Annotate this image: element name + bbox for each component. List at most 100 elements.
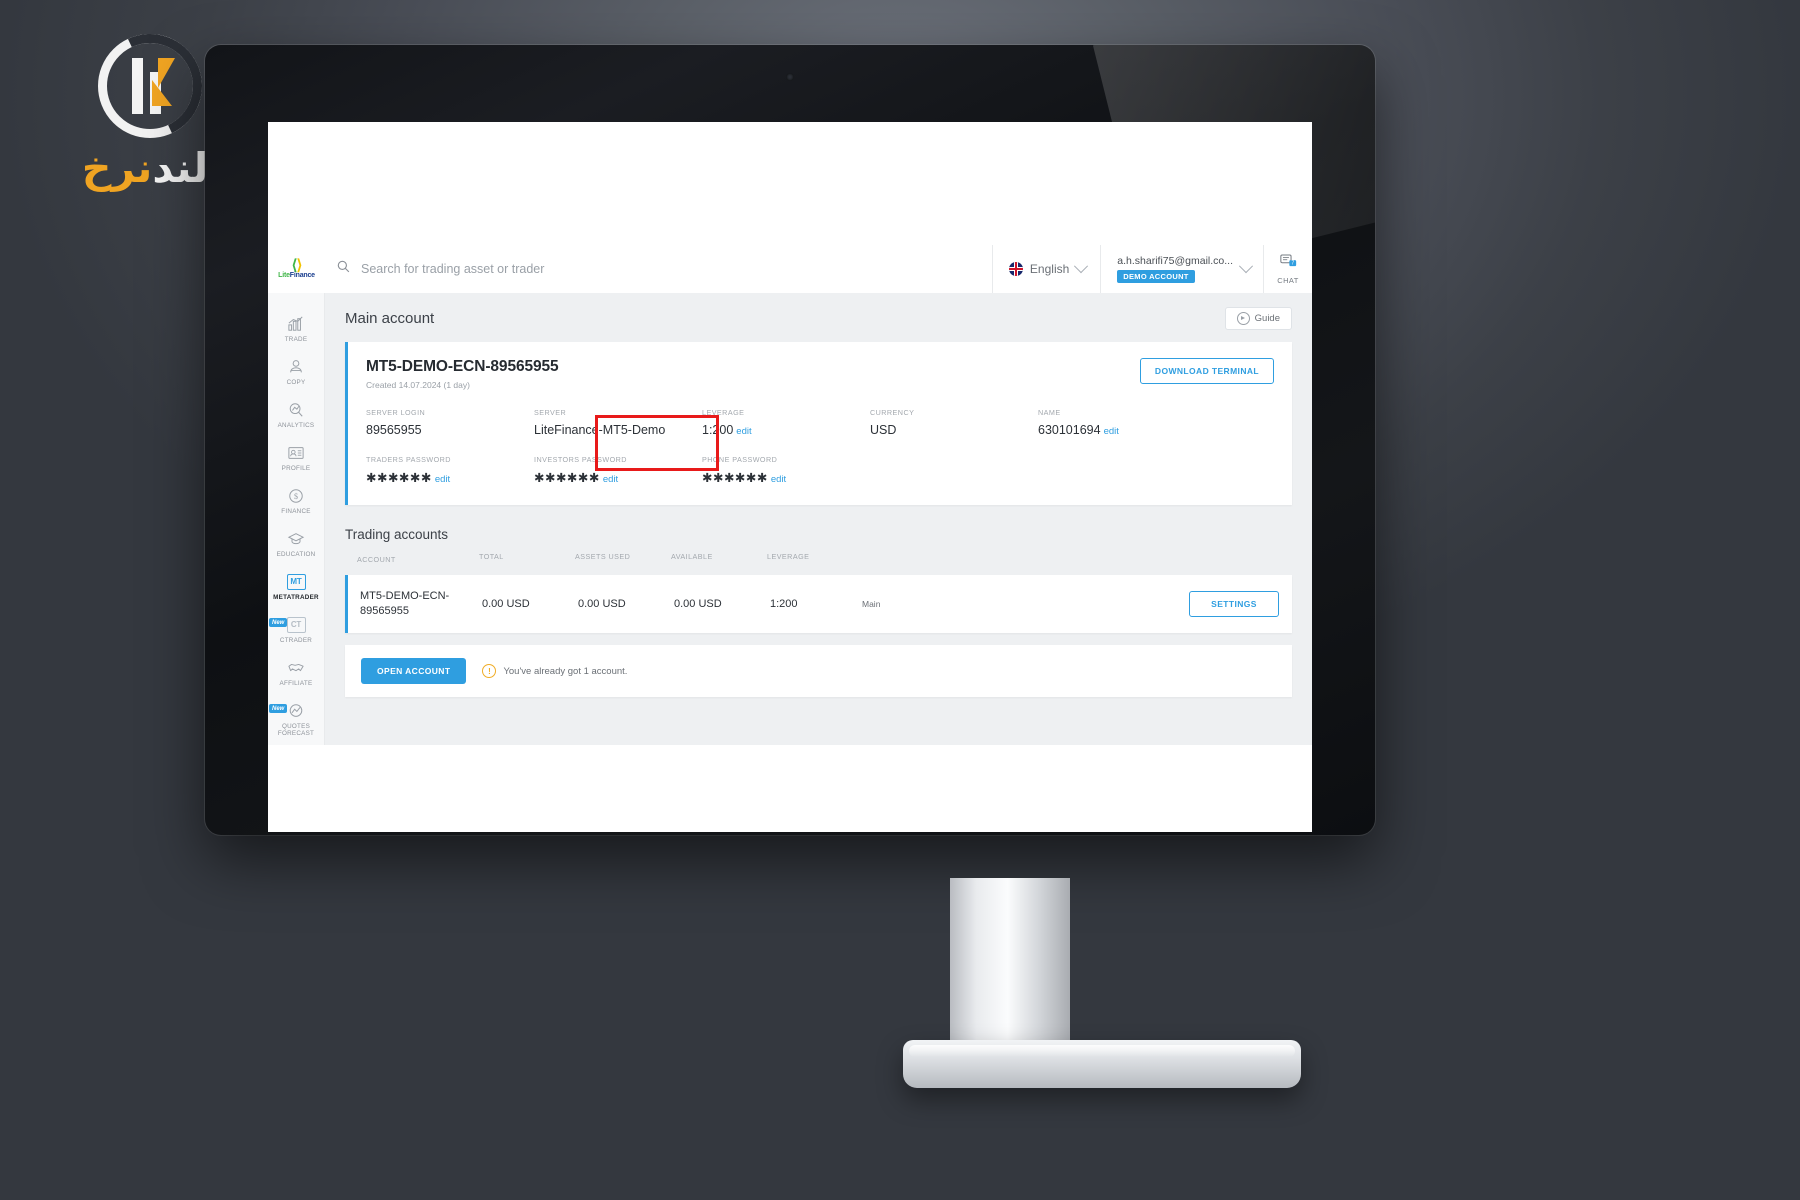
uk-flag-icon	[1008, 262, 1023, 276]
watermark-text-accent: لند	[152, 144, 209, 192]
field-currency: CURRENCY USD	[870, 408, 1038, 437]
cell-total: 0.00 USD	[482, 598, 530, 610]
trading-accounts-table-header: ACCOUNT TOTAL ASSETS USED AVAILABLE LEVE…	[345, 542, 1292, 575]
user-account-menu[interactable]: a.h.sharifi75@gmail.co... DEMO ACCOUNT	[1101, 245, 1263, 293]
chevron-down-icon	[1074, 259, 1089, 274]
field-value: 89565955	[366, 423, 422, 437]
sidebar-item-finance[interactable]: $ FINANCE	[268, 479, 324, 522]
sidebar-item-education[interactable]: EDUCATION	[268, 522, 324, 565]
cell-available: 0.00 USD	[674, 598, 722, 610]
monitor-stand-base	[903, 1040, 1301, 1088]
warning-icon: !	[482, 664, 497, 678]
web-app: ⟨⟩ LiteFinance English	[268, 122, 1312, 832]
new-badge: New	[269, 618, 288, 627]
sidebar-item-metatrader[interactable]: MT METATRADER	[268, 565, 324, 608]
sidebar-item-affiliate[interactable]: AFFILIATE	[268, 651, 324, 694]
account-fields-row-2: TRADERS PASSWORD ✱✱✱✱✱✱ edit INVESTORS PA…	[366, 455, 1274, 485]
ct-box-icon: CT	[286, 616, 306, 633]
guide-button[interactable]: Guide	[1224, 307, 1292, 330]
sidebar-label: CTRADER	[279, 637, 313, 644]
edit-traders-password-link[interactable]: edit	[435, 474, 450, 485]
field-value: ✱✱✱✱✱✱	[534, 471, 600, 485]
handshake-icon	[287, 659, 306, 676]
table-row[interactable]: MT5-DEMO-ECN-89565955 0.00 USD 0.00 USD …	[345, 575, 1292, 633]
field-value: 630101694	[1038, 423, 1101, 437]
cell-leverage: 1:200	[770, 598, 798, 610]
field-server-login: SERVER LOGIN 89565955	[366, 408, 534, 437]
edit-investors-password-link[interactable]: edit	[603, 474, 618, 485]
field-name: NAME 630101694 edit	[1038, 408, 1206, 437]
watermark-text-main: نرخ	[81, 144, 153, 192]
magnifier-chart-icon	[287, 401, 306, 418]
language-selector[interactable]: English	[991, 245, 1102, 293]
field-value-wrap: 630101694 edit	[1038, 423, 1206, 437]
edit-phone-password-link[interactable]: edit	[771, 474, 786, 485]
id-card-icon	[287, 444, 306, 461]
search-container[interactable]	[325, 245, 992, 293]
sidebar-item-analytics[interactable]: ANALYTICS	[268, 393, 324, 436]
field-value-wrap: 1:200 edit	[702, 423, 870, 437]
play-icon	[1236, 312, 1250, 325]
field-label: LEVERAGE	[702, 408, 745, 417]
column-header-account: ACCOUNT	[357, 555, 396, 564]
edit-leverage-link[interactable]: edit	[736, 426, 751, 437]
dollar-circle-icon: $	[287, 487, 306, 504]
field-value: ✱✱✱✱✱✱	[366, 471, 432, 485]
search-icon	[337, 260, 350, 278]
search-input[interactable]	[359, 261, 992, 277]
field-phone-password: PHONE PASSWORD ✱✱✱✱✱✱ edit	[702, 455, 870, 485]
logo-mark-icon: ⟨⟩	[291, 256, 303, 274]
chat-button[interactable]: 7 CHAT	[1263, 245, 1312, 293]
column-header-assets-used: ASSETS USED	[575, 552, 631, 561]
field-label: SERVER LOGIN	[366, 408, 426, 417]
sidebar-item-copy[interactable]: COPY	[268, 350, 324, 393]
field-label: CURRENCY	[870, 408, 915, 417]
logo-text: LiteFinance	[278, 272, 315, 279]
sidebar-label: TRADE	[284, 336, 308, 343]
sidebar-label: METATRADER	[273, 594, 319, 601]
svg-text:$: $	[294, 492, 298, 501]
field-label: NAME	[1038, 408, 1061, 417]
watermark-bolt-icon-2	[152, 80, 172, 106]
edit-name-link[interactable]: edit	[1104, 426, 1119, 437]
sidebar-item-trade[interactable]: TRADE	[268, 307, 324, 350]
account-created: Created 14.07.2024 (1 day)	[366, 380, 470, 390]
column-header-leverage: LEVERAGE	[767, 552, 810, 561]
ct-box-label: CT	[286, 616, 306, 633]
field-value: ✱✱✱✱✱✱	[702, 471, 768, 485]
notice-text: You've already got 1 account.	[503, 665, 628, 677]
sidebar-item-quotes-forecast[interactable]: New QUOTES FORECAST	[268, 694, 324, 744]
chat-icon: 7	[1279, 254, 1297, 273]
chart-bars-icon	[287, 315, 306, 332]
cell-account: MT5-DEMO-ECN-89565955	[360, 590, 450, 617]
open-account-button[interactable]: OPEN ACCOUNT	[361, 658, 467, 684]
watermark-bar-1	[132, 58, 143, 114]
page-header: Main account Guide	[345, 307, 1292, 330]
sidebar-label: ANALYTICS	[277, 422, 315, 429]
mt-box-icon: MT	[286, 573, 306, 590]
field-label: TRADERS PASSWORD	[366, 455, 451, 464]
cell-assets-used: 0.00 USD	[578, 598, 626, 610]
field-value-wrap: ✱✱✱✱✱✱ edit	[534, 470, 702, 485]
chat-label: CHAT	[1277, 275, 1299, 285]
monitor-screen: ⟨⟩ LiteFinance English	[268, 122, 1312, 832]
field-leverage: LEVERAGE 1:200 edit	[702, 408, 870, 437]
logo-text-finance: Finance	[289, 271, 315, 279]
sidebar-label: AFFILIATE	[279, 680, 313, 687]
sidebar-label: EDUCATION	[276, 551, 316, 558]
sidebar-item-profile[interactable]: PROFILE	[268, 436, 324, 479]
sidebar-item-ctrader[interactable]: New CT CTRADER	[268, 608, 324, 651]
sidebar-label: PROFILE	[281, 465, 311, 472]
sidebar-label: QUOTES FORECAST	[277, 723, 315, 737]
forecast-icon	[287, 702, 306, 719]
account-footer-bar: OPEN ACCOUNT ! You've already got 1 acco…	[345, 645, 1292, 697]
download-terminal-button[interactable]: DOWNLOAD TERMINAL	[1139, 358, 1274, 384]
field-value-wrap: ✱✱✱✱✱✱ edit	[366, 470, 534, 485]
account-title: MT5-DEMO-ECN-89565955	[366, 358, 559, 375]
chevron-down-icon	[1238, 259, 1254, 274]
main-account-card: MT5-DEMO-ECN-89565955 Created 14.07.2024…	[345, 342, 1292, 505]
graduation-cap-icon	[287, 530, 306, 547]
settings-button[interactable]: SETTINGS	[1189, 591, 1279, 617]
account-notice: ! You've already got 1 account.	[482, 664, 627, 678]
litefinance-logo[interactable]: ⟨⟩ LiteFinance	[268, 245, 325, 293]
